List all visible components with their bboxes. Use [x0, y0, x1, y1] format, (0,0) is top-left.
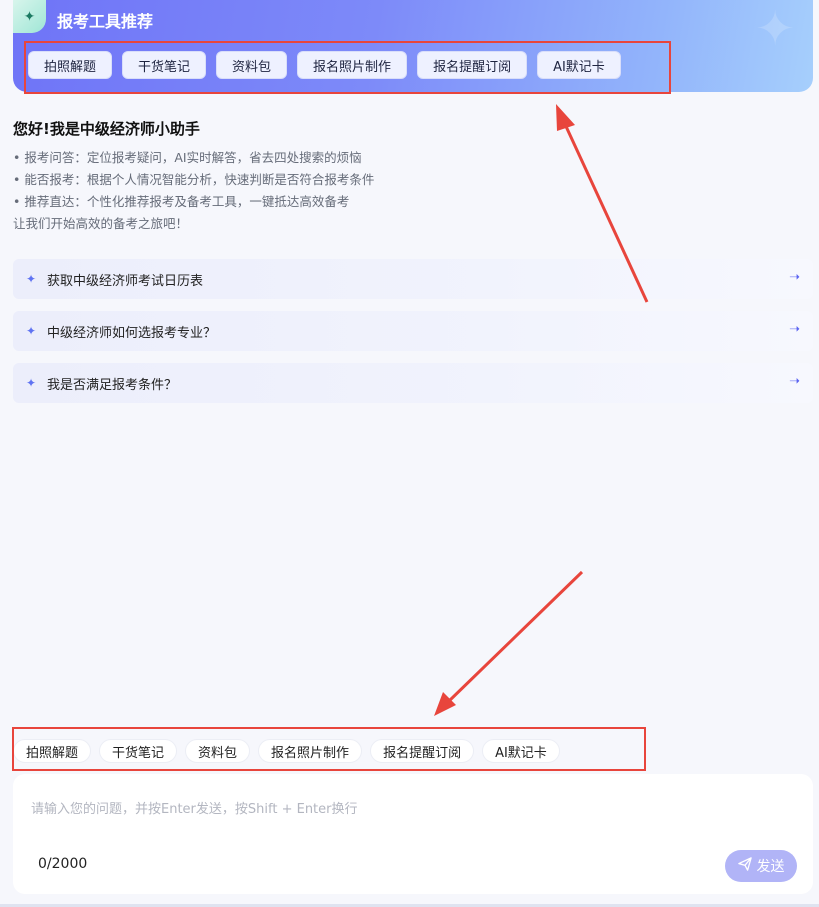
annotation-box-top [24, 41, 671, 94]
send-button[interactable]: 发送 [725, 850, 797, 882]
greeting-title: 您好!我是中级经济师小助手 [13, 120, 200, 138]
suggestion-label: 获取中级经济师考试日历表 [47, 273, 204, 289]
suggestion-label: 中级经济师如何选报考专业？ [47, 325, 217, 341]
annotation-box-bottom [12, 727, 646, 771]
greeting-line: • 能否报考：根据个人情况智能分析，快速判断是否符合报考条件 [13, 172, 375, 187]
suggestion-label: 我是否满足报考条件？ [47, 377, 178, 393]
greeting-description: • 报考问答：定位报考疑问，AI实时解答，省去四处搜索的烦恼 • 能否报考：根据… [13, 147, 374, 235]
greeting-line: • 推荐直达：个性化推荐报考及备考工具，一键抵达高效备考 [13, 194, 350, 209]
star-decoration-icon: ✦ [755, 1, 796, 57]
suggestion-item[interactable]: ✦ 获取中级经济师考试日历表 ➝ [13, 259, 813, 299]
banner-title: 报考工具推荐 [57, 12, 154, 31]
chat-input-card: 0/2000 发送 [13, 774, 813, 894]
sparkle-icon: ✦ [26, 376, 37, 390]
arrow-right-icon: ➝ [789, 374, 800, 389]
annotation-arrow-down [434, 570, 584, 716]
suggestion-item[interactable]: ✦ 中级经济师如何选报考专业？ ➝ [13, 311, 813, 351]
sparkle-icon: ✦ [26, 324, 37, 338]
question-input[interactable] [29, 788, 793, 830]
send-icon [737, 857, 752, 875]
sparkle-icon: ✦ [26, 272, 37, 286]
send-label: 发送 [756, 859, 785, 875]
char-counter: 0/2000 [38, 856, 88, 872]
suggestion-item[interactable]: ✦ 我是否满足报考条件？ ➝ [13, 363, 813, 403]
arrow-right-icon: ➝ [789, 270, 800, 285]
greeting-line: 让我们开始高效的备考之旅吧！ [13, 216, 189, 231]
greeting-line: • 报考问答：定位报考疑问，AI实时解答，省去四处搜索的烦恼 [13, 150, 362, 165]
sparkle-icon: ✦ [13, 0, 46, 33]
arrow-right-icon: ➝ [789, 322, 800, 337]
